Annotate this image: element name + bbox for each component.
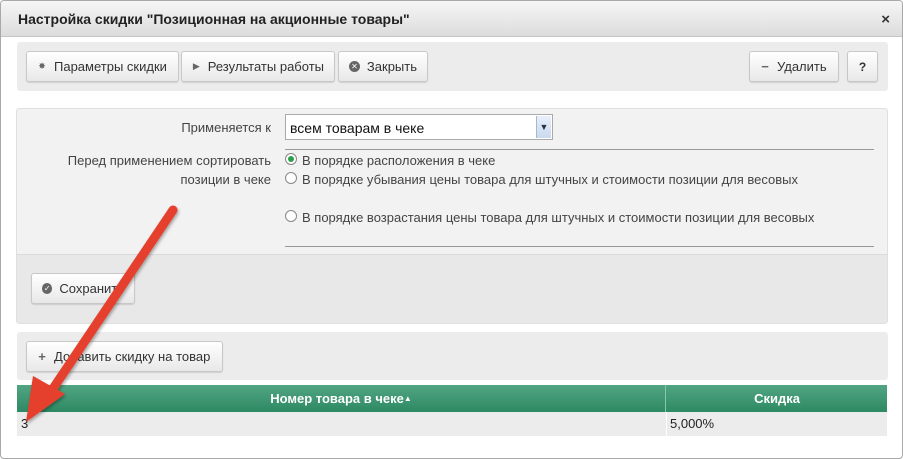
add-item-discount-label: Добавить скидку на товар — [54, 349, 211, 364]
help-button[interactable]: ? — [847, 51, 878, 82]
chevron-down-icon[interactable]: ▼ — [536, 116, 551, 138]
help-label: ? — [858, 59, 867, 74]
results-button[interactable]: ▶ Результаты работы — [181, 51, 335, 82]
cell-position: 3 — [21, 416, 29, 431]
sort-radio-1[interactable] — [285, 153, 297, 165]
column-header-discount[interactable]: Скидка — [667, 385, 887, 412]
column-header-position-label: Номер товара в чеке — [270, 391, 404, 406]
discount-form: Применяется к всем товарам в чеке ▼ Пере… — [16, 108, 888, 324]
applies-to-value: всем товарам в чеке — [290, 120, 425, 136]
applies-to-label: Применяется к — [181, 120, 271, 135]
save-label: Сохранить — [59, 281, 124, 296]
dialog-titlebar: Настройка скидки "Позиционная на акционн… — [1, 1, 902, 37]
sort-label: Перед применением сортировать позиции в … — [67, 153, 271, 187]
table-row[interactable]: 3 5,000% — [17, 412, 887, 436]
discount-params-button[interactable]: ✸ Параметры скидки — [26, 51, 179, 82]
sort-option-1-label: В порядке расположения в чеке — [302, 153, 496, 168]
save-button[interactable]: ✓ Сохранить — [31, 273, 135, 304]
column-header-discount-label: Скидка — [754, 391, 800, 406]
sort-asc-icon: ▲ — [403, 394, 412, 403]
applies-to-select[interactable]: всем товарам в чеке ▼ — [285, 114, 553, 140]
items-grid-header: Номер товара в чеке▲ Скидка — [17, 385, 887, 412]
sort-radio-2[interactable] — [285, 172, 297, 184]
sort-radio-3[interactable] — [285, 210, 297, 222]
sort-option-3[interactable]: В порядке возрастания цены товара для шт… — [285, 208, 825, 246]
dialog-title: Настройка скидки "Позиционная на акционн… — [18, 11, 410, 27]
cell-discount: 5,000% — [666, 412, 887, 436]
sort-option-1[interactable]: В порядке расположения в чеке — [285, 151, 825, 171]
close-label: Закрыть — [366, 59, 417, 74]
gear-icon: ✸ — [38, 61, 46, 71]
divider — [285, 246, 874, 247]
close-circle-icon: ✕ — [349, 61, 360, 72]
delete-label: Удалить — [777, 59, 827, 74]
close-dialog-icon[interactable]: × — [881, 11, 890, 28]
form-footer — [17, 254, 887, 323]
discount-settings-dialog: Настройка скидки "Позиционная на акционн… — [0, 0, 903, 459]
add-item-discount-button[interactable]: + Добавить скидку на товар — [26, 341, 223, 372]
plus-icon: + — [38, 349, 46, 364]
minus-icon: − — [761, 59, 769, 74]
sort-option-2[interactable]: В порядке убывания цены товара для штучн… — [285, 170, 825, 208]
sort-option-3-label: В порядке возрастания цены товара для шт… — [302, 210, 815, 225]
check-circle-icon: ✓ — [42, 283, 53, 294]
results-label: Результаты работы — [207, 59, 324, 74]
column-header-position[interactable]: Номер товара в чеке▲ — [17, 385, 666, 412]
discount-params-label: Параметры скидки — [54, 59, 167, 74]
play-icon: ▶ — [192, 61, 200, 71]
delete-button[interactable]: − Удалить — [749, 51, 839, 82]
divider — [285, 149, 874, 150]
sort-option-2-label: В порядке убывания цены товара для штучн… — [302, 172, 799, 187]
close-button[interactable]: ✕ Закрыть — [338, 51, 428, 82]
